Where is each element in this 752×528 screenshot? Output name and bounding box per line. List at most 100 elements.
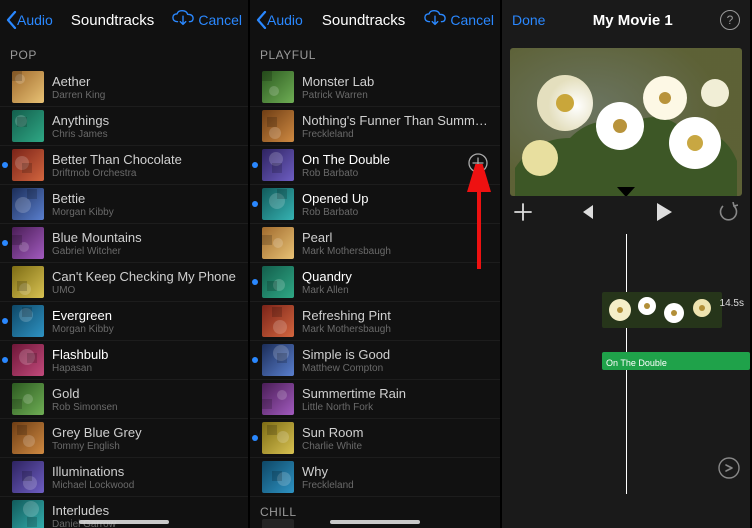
track-title: Opened Up — [302, 191, 492, 206]
download-all-button[interactable] — [172, 9, 194, 32]
track-title: Gold — [52, 386, 240, 401]
plus-circle-icon — [468, 153, 488, 173]
track-title: Grey Blue Grey — [52, 425, 240, 440]
chevron-left-icon — [256, 11, 267, 29]
track-title: Blue Mountains — [52, 230, 240, 245]
downloaded-dot-icon — [2, 240, 8, 246]
track-artist: Rob Barbato — [302, 207, 492, 218]
track-artist: Charlie White — [302, 441, 492, 452]
page-title: Soundtracks — [71, 12, 154, 29]
track-artist: Hapasan — [52, 363, 240, 374]
track-list: Aether Darren King Anythings Chris James… — [0, 68, 248, 528]
track-thumbnail — [12, 266, 44, 298]
video-preview[interactable] — [510, 48, 742, 196]
track-row[interactable]: Better Than Chocolate Driftmob Orchestra — [0, 146, 248, 185]
track-row[interactable]: Illuminations Michael Lockwood — [0, 458, 248, 497]
track-thumbnail — [12, 500, 44, 528]
downloaded-dot-icon — [2, 357, 8, 363]
track-list: Monster Lab Patrick Warren Nothing's Fun… — [250, 68, 500, 497]
back-button[interactable]: Audio — [6, 11, 53, 29]
nav-header: Audio Soundtracks Cancel — [0, 0, 248, 40]
track-row[interactable]: Evergreen Morgan Kibby — [0, 302, 248, 341]
track-row[interactable]: Anythings Chris James — [0, 107, 248, 146]
track-thumbnail — [262, 227, 294, 259]
track-row[interactable]: Flashbulb Hapasan — [0, 341, 248, 380]
track-artist: Freckleland — [302, 129, 492, 140]
track-thumbnail — [262, 344, 294, 376]
track-row[interactable]: Opened Up Rob Barbato — [250, 185, 500, 224]
track-title: Aether — [52, 74, 240, 89]
project-title: My Movie 1 — [593, 12, 673, 29]
track-title: Pearl — [302, 230, 492, 245]
done-button[interactable]: Done — [512, 12, 545, 28]
downloaded-dot-icon — [2, 162, 8, 168]
track-title: Illuminations — [52, 464, 240, 479]
track-thumbnail — [12, 461, 44, 493]
track-row[interactable]: Grey Blue Grey Tommy English — [0, 419, 248, 458]
track-row[interactable]: Aether Darren King — [0, 68, 248, 107]
track-thumbnail — [262, 71, 294, 103]
track-row[interactable]: Gold Rob Simonsen — [0, 380, 248, 419]
track-title: Evergreen — [52, 308, 240, 323]
timeline-more-button[interactable] — [718, 457, 740, 484]
home-indicator[interactable] — [79, 520, 169, 524]
track-thumbnail — [262, 266, 294, 298]
help-button[interactable]: ? — [720, 10, 740, 30]
track-artist: Little North Fork — [302, 402, 492, 413]
play-button[interactable] — [652, 201, 674, 228]
track-title: Summertime Rain — [302, 386, 492, 401]
track-row[interactable]: Sun Room Charlie White — [250, 419, 500, 458]
video-clip[interactable] — [602, 292, 722, 328]
track-artist: Gabriel Witcher — [52, 246, 240, 257]
chevron-circle-icon — [718, 457, 740, 479]
track-row[interactable]: Summertime Rain Little North Fork — [250, 380, 500, 419]
track-title: Monster Lab — [302, 74, 492, 89]
add-media-button[interactable] — [514, 203, 532, 226]
cloud-download-icon — [172, 9, 194, 27]
downloaded-dot-icon — [252, 162, 258, 168]
undo-button[interactable] — [718, 202, 738, 227]
undo-icon — [718, 202, 738, 222]
track-row[interactable]: Nothing's Funner Than Summ… Freckleland — [250, 107, 500, 146]
add-track-button[interactable] — [468, 153, 492, 178]
track-row[interactable]: Refreshing Pint Mark Mothersbaugh — [250, 302, 500, 341]
section-header: POP — [0, 40, 248, 68]
transport-bar — [502, 196, 750, 232]
track-thumbnail — [12, 110, 44, 142]
track-row[interactable]: Why Freckleland — [250, 458, 500, 497]
nav-header: Audio Soundtracks Cancel — [250, 0, 500, 40]
track-row[interactable]: On The Double Rob Barbato — [250, 146, 500, 185]
track-row[interactable]: Blue Mountains Gabriel Witcher — [0, 224, 248, 263]
track-title: Interludes — [52, 503, 240, 518]
track-artist: Tommy English — [52, 441, 240, 452]
track-row[interactable]: Can't Keep Checking My Phone UMO — [0, 263, 248, 302]
track-title: Can't Keep Checking My Phone — [52, 269, 240, 284]
track-thumbnail — [262, 422, 294, 454]
editor-header: Done My Movie 1 ? — [502, 0, 750, 40]
timeline[interactable]: 14.5s On The Double — [502, 234, 750, 494]
track-thumbnail — [12, 305, 44, 337]
audio-clip[interactable]: On The Double — [602, 352, 750, 370]
track-thumbnail — [262, 149, 294, 181]
skip-back-button[interactable] — [578, 203, 596, 226]
play-icon — [652, 201, 674, 223]
download-all-button[interactable] — [424, 9, 446, 32]
track-row[interactable]: Bettie Morgan Kibby — [0, 185, 248, 224]
track-title: Quandry — [302, 269, 492, 284]
track-row[interactable]: Monster Lab Patrick Warren — [250, 68, 500, 107]
track-artist: Darren King — [52, 90, 240, 101]
track-row[interactable]: Simple is Good Matthew Compton — [250, 341, 500, 380]
cancel-button[interactable]: Cancel — [450, 12, 494, 28]
home-indicator[interactable] — [330, 520, 420, 524]
cancel-button[interactable]: Cancel — [198, 12, 242, 28]
track-title: Bettie — [52, 191, 240, 206]
soundtracks-panel-pop: Audio Soundtracks Cancel POP Aether Darr… — [0, 0, 250, 528]
track-row[interactable]: Pearl Mark Mothersbaugh — [250, 224, 500, 263]
track-row[interactable]: Quandry Mark Allen — [250, 263, 500, 302]
back-button[interactable]: Audio — [256, 11, 303, 29]
page-title: Soundtracks — [322, 12, 405, 29]
track-artist: Mark Allen — [302, 285, 492, 296]
track-thumbnail — [262, 305, 294, 337]
audio-clip-label: On The Double — [606, 358, 667, 368]
downloaded-dot-icon — [252, 435, 258, 441]
